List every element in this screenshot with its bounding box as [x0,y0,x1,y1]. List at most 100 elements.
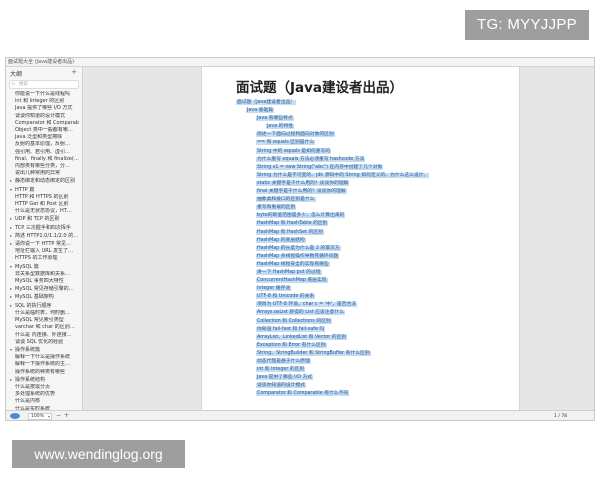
page-current[interactable]: 1 [554,414,557,419]
outline-item-label: 你能说一下什么是线程吗 [15,91,71,97]
document-toc-line[interactable]: HashMap 多线程操作导致死循环问题 [236,253,506,261]
document-toc-line[interactable]: 项目为 UTF-8 环境，char c = '中'，是否合法 [236,301,506,309]
outline-item[interactable]: 解释一下操作系统的主… [6,361,82,368]
document-toc-line[interactable]: Exception 和 Error 有什么区别 [236,342,506,350]
outline-item[interactable]: ▾ MySQL 篇 [6,263,82,271]
outline-item[interactable]: 什么是按需分页 [6,384,82,391]
outline-item[interactable]: Java 提供了哪些 I/O 方式 [6,105,82,112]
document-toc-line[interactable]: byte的取值范围是多少，怎么计算出来的 [236,212,506,220]
document-toc-line[interactable]: 面试题（Java建设者出品） [236,99,506,107]
outline-item[interactable]: ▾ HTTP 篇 [6,186,82,194]
outline-item[interactable]: ▸ 静态绑定和动态绑定的区别 [6,177,82,185]
document-toc-line[interactable]: Java 有哪些特点 [236,115,506,123]
outline-item[interactable]: 地址栏输入 URL 发生了… [6,248,82,255]
outline-search-input[interactable]: ⌕ 搜索 [9,80,79,89]
outline-item-label: HTTPS 的工作原理 [15,255,58,262]
outline-item-label: 解释一下操作系统的主… [15,361,71,368]
outline-item[interactable]: ▸ 简述 HTTP1.0/1.1/2.0 的… [6,232,82,240]
outline-item[interactable]: 什么是无状态协议，HT… [6,208,82,215]
document-area: 面试题（Java建设者出品） 面试题（Java建设者出品） Java 基础篇 Jav… [84,67,594,410]
document-toc-text: Java 有哪些特点 [256,116,294,122]
outline-sidebar: 大纲 + ⌕ 搜索 你能说一下什么是线程吗 int 和 Integer 的区别 Ja… [6,67,83,410]
chevron-down-icon: ▾ [47,414,50,419]
plus-icon[interactable]: + [71,68,77,76]
document-toc-line[interactable]: HashMap 的底层结构 [236,237,506,245]
outline-item[interactable]: 内部类有哪些分类，分… [6,163,82,170]
outline-item[interactable]: 你能说一下什么是线程吗 [6,91,82,98]
zoom-in-button[interactable]: + [63,413,70,420]
document-toc-line[interactable]: static 关键字是干什么用的？谈谈你的理解 [236,180,506,188]
outline-item[interactable]: 说出几种常用的异常 [6,170,82,177]
outline-item[interactable]: HTTP Get 和 Post 区别 [6,201,82,208]
outline-item[interactable]: 非关系型数据库和关系… [6,271,82,278]
zoom-out-button[interactable]: − [55,413,62,420]
view-mode-icon[interactable] [10,413,20,419]
outline-item[interactable]: Object 类中一般都有哪… [6,127,82,134]
document-toc-line[interactable]: 简述一下面向过程和面向对象的区别 [236,131,506,139]
outline-item[interactable]: 解释一下什么是操作系统 [6,354,82,361]
document-toc-line[interactable]: int 和 Integer 的区别 [236,366,506,374]
document-toc-text: 为什么重写 equals 方法必须重写 hashcode 方法 [256,156,366,162]
outline-item[interactable]: ▸ TCP 三次握手和四次挥手 [6,224,82,232]
document-toc-line[interactable]: 动态代理是基于什么原理 [236,358,506,366]
document-toc-line[interactable]: 抽象类和接口的区别是什么 [236,196,506,204]
document-toc-line[interactable]: 谈谈你知道的设计模式 [236,382,506,390]
document-toc-line[interactable]: Java 基础篇 [236,107,506,115]
document-toc-line[interactable]: Java 提供了哪些 I/O 方式 [236,374,506,382]
outline-item[interactable]: MySQL 事务四大特性 [6,278,82,285]
document-toc-line[interactable]: 你知道 fail-fast 和 fail-safe 吗 [236,326,506,334]
outline-item[interactable]: ▸ 请你说一下 HTTP 常见… [6,240,82,248]
outline-item[interactable]: 反射的基本原理，反射… [6,141,82,148]
document-toc-line[interactable]: == 和 equals 区别是什么 [236,139,506,147]
document-toc-line[interactable]: HashMap 和 HashTable 的区别 [236,220,506,228]
document-toc-line[interactable]: Integer 缓存池 [236,285,506,293]
outline-item[interactable]: MySQL 常见索引类型 [6,317,82,324]
document-toc-line[interactable]: ArrayList、LinkedList 和 Vector 的区别 [236,334,506,342]
document-toc-line[interactable]: 为什么重写 equals 方法必须重写 hashcode 方法 [236,156,506,164]
outline-item[interactable]: ▸ 操作系统结构 [6,376,82,384]
outline-item[interactable]: 多处理系统的优势 [6,391,82,398]
outline-item[interactable]: ▸ MySQL 基础架构 [6,293,82,301]
document-toc-line[interactable]: Comparator 和 Comparable 有什么不同 [236,390,506,398]
document-toc-line[interactable]: String s1 = new String("abc") 在内存中创建了几个对… [236,164,506,172]
outline-item[interactable]: Java 泛型和类型擦除 [6,134,82,141]
outline-item[interactable]: ▸ SQL 的执行顺序 [6,302,82,310]
outline-item[interactable]: 谈谈 SQL 优化的经验 [6,339,82,346]
document-toc-line[interactable]: UTF-8 和 Unicode 的关系 [236,293,506,301]
outline-item[interactable]: 什么是 内连接、外连接… [6,332,82,339]
outline-item[interactable]: HTTP 和 HTTPS 的区别 [6,194,82,201]
document-toc-line[interactable]: String、StringBuilder 和 StringBuffer 有什么区… [236,350,506,358]
outline-item[interactable]: int 和 Integer 的区别 [6,98,82,105]
outline-item[interactable]: 操作系统的种类有哪些 [6,369,82,376]
document-toc-text: Exception 和 Error 有什么区别 [256,342,327,348]
document-toc-line[interactable]: Java 的特性 [236,123,506,131]
document-toc-line[interactable]: String 为什么是不可变的、jdk 源码中的 String 如何定义的、为什… [236,172,506,180]
document-toc-line[interactable]: HashMap 线程安全的实现有哪些 [236,261,506,269]
outline-item[interactable]: ▸ MySQL 常见存储引擎的… [6,285,82,293]
document-toc-line[interactable]: ConcurrentHashMap 底层实现 [236,277,506,285]
outline-item-label: varchar 和 char 的区别… [15,324,75,331]
outline-item[interactable]: ▸ UDP 和 TCP 的区别 [6,215,82,223]
outline-item[interactable]: 什么是临时表，何时删… [6,310,82,317]
outline-item[interactable]: 强引用、若引用、虚引… [6,149,82,156]
outline-item[interactable]: 谈谈你知道的设计模式 [6,113,82,120]
page-total: / 78 [558,414,567,419]
outline-item-label: 简述 HTTP1.0/1.1/2.0 的… [15,232,79,239]
document-toc-line[interactable]: HashMap 的长度为什么是 2 的幂次方 [236,245,506,253]
document-toc-text: Integer 缓存池 [256,286,292,292]
document-toc-line[interactable]: Collection 和 Collections 的区别 [236,318,506,326]
document-toc-line[interactable]: HashMap 和 HashSet 的区别 [236,229,506,237]
document-toc-line[interactable]: 重写和重载的区别 [236,204,506,212]
outline-item[interactable]: final、finally 和 finalize(… [6,156,82,163]
outline-item[interactable]: varchar 和 char 的区别… [6,324,82,331]
outline-item[interactable]: ▾ 操作系统篇 [6,346,82,354]
document-toc-line[interactable]: final 关键字是干什么用的？谈谈你的理解 [236,188,506,196]
document-toc-text: HashMap 的长度为什么是 2 的幂次方 [256,245,341,251]
zoom-select[interactable]: 100% ▾ [28,413,52,420]
document-toc-line[interactable]: Arrays.asList 获得的 List 应该注意什么 [236,309,506,317]
outline-item[interactable]: Comparator 和 Comparab [6,120,82,127]
outline-item[interactable]: 什么是内核 [6,398,82,405]
document-toc-line[interactable]: String 中的 equals 是如何重写的 [236,148,506,156]
outline-item[interactable]: HTTPS 的工作原理 [6,255,82,262]
document-toc-line[interactable]: 讲一下 HashMap put 的过程 [236,269,506,277]
